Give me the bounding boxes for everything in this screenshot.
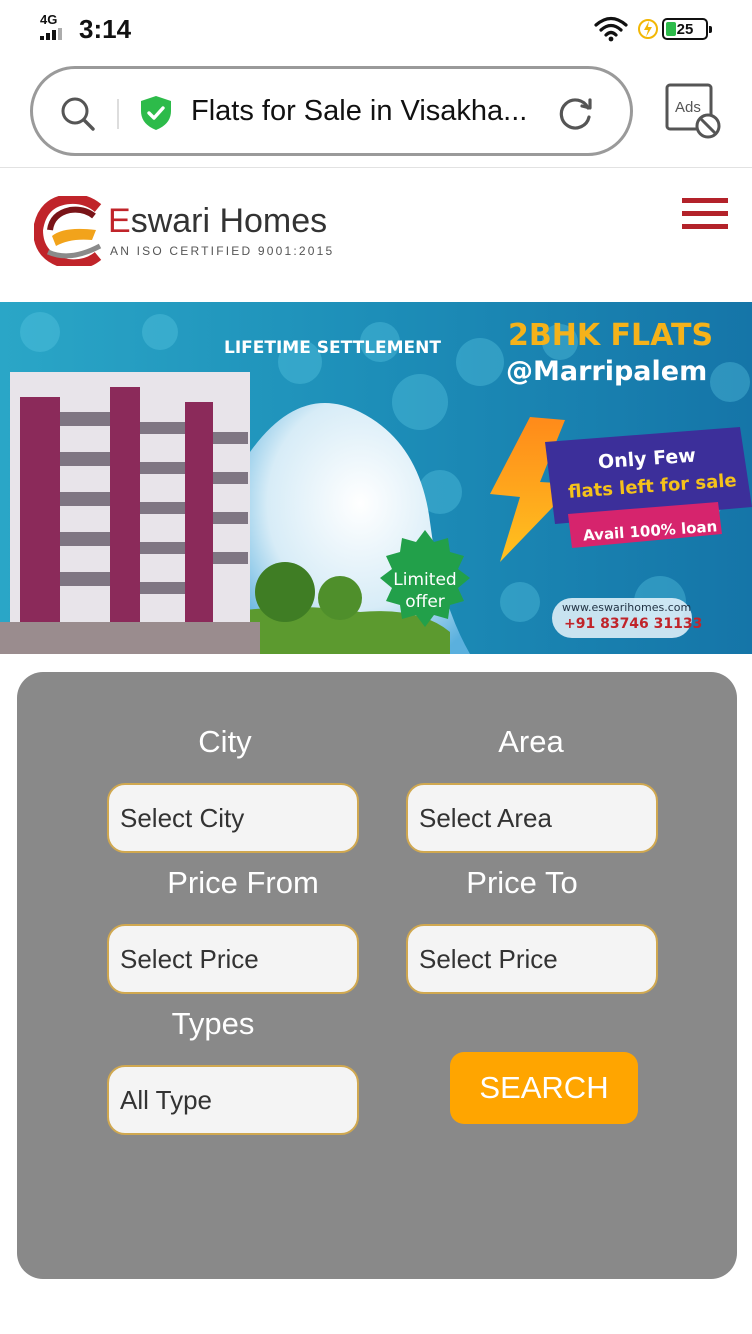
site-logo[interactable]: Eswari Homes AN ISO CERTIFIED 9001:2015 — [34, 196, 364, 268]
price-to-select[interactable]: Select Price — [406, 924, 658, 994]
price-to-label: Price To — [466, 865, 578, 900]
charging-icon — [638, 19, 658, 39]
area-select[interactable]: Select Area — [406, 783, 658, 853]
ads-label: Ads — [675, 99, 701, 116]
browser-divider — [0, 167, 752, 168]
network-type: 4G — [40, 12, 58, 27]
banner-phone: +91 83746 31133 — [564, 616, 703, 632]
logo-title: Eswari Homes — [108, 202, 327, 241]
price-from-label: Price From — [167, 865, 319, 900]
address-bar[interactable]: Flats for Sale in Visakha... — [30, 66, 633, 156]
search-icon[interactable] — [59, 95, 97, 133]
logo-tagline: AN ISO CERTIFIED 9001:2015 — [110, 244, 335, 258]
ad-block-icon[interactable]: Ads — [664, 82, 724, 142]
reload-icon[interactable] — [557, 94, 595, 132]
secure-shield-icon — [141, 96, 171, 130]
types-select[interactable]: All Type — [107, 1065, 359, 1135]
hamburger-menu-button[interactable] — [682, 198, 728, 232]
search-button[interactable]: SEARCH — [450, 1052, 638, 1124]
logo-title-initial: E — [108, 202, 131, 240]
city-label: City — [198, 724, 252, 759]
property-search-panel: City Area Select City Select Area Price … — [17, 672, 737, 1279]
logo-title-rest: swari Homes — [130, 202, 328, 240]
area-label: Area — [498, 724, 564, 759]
price-from-select[interactable]: Select Price — [107, 924, 359, 994]
banner-headline: LIFETIME SETTLEMENT — [224, 338, 441, 358]
banner-badge-line1: Limited — [393, 570, 457, 590]
wifi-icon — [594, 16, 628, 42]
banner-badge-line2: offer — [405, 592, 445, 612]
banner-offer-location: @Marripalem — [506, 356, 708, 387]
url-title[interactable]: Flats for Sale in Visakha... — [191, 95, 561, 128]
types-label: Types — [171, 1006, 255, 1041]
logo-mark-icon — [34, 196, 102, 266]
city-select[interactable]: Select City — [107, 783, 359, 853]
promo-banner[interactable]: LIFETIME SETTLEMENT 2BHK FLATS @Marripal… — [0, 302, 752, 654]
battery-indicator: 25 — [662, 18, 712, 40]
battery-level: 25 — [676, 21, 694, 38]
address-divider — [117, 99, 119, 129]
banner-offer-title: 2BHK FLATS — [508, 318, 714, 353]
banner-website: www.eswarihomes.com — [562, 601, 692, 614]
status-time: 3:14 — [79, 14, 132, 44]
status-bar: 4G 3:14 25 — [0, 0, 752, 60]
